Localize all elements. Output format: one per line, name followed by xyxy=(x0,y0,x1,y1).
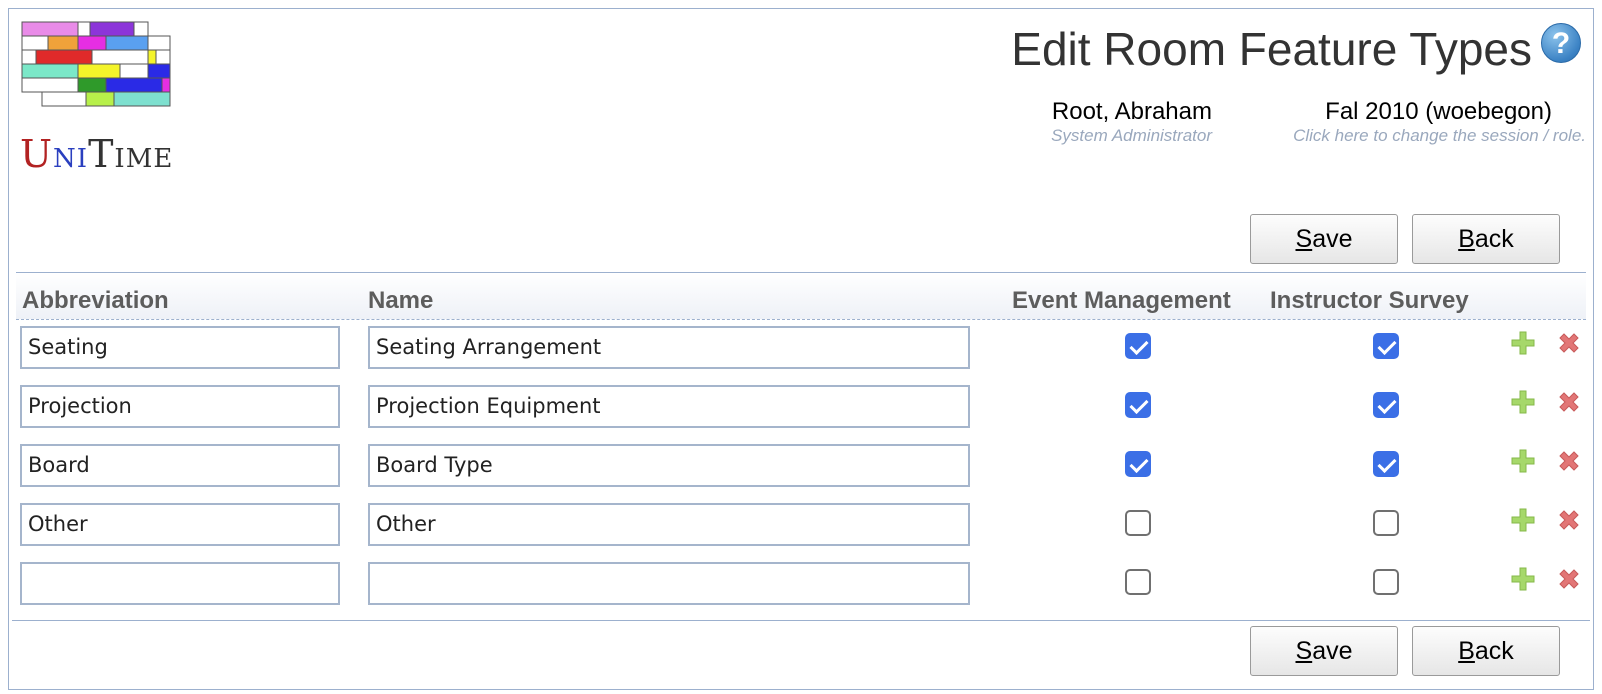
back-label: ack xyxy=(1474,225,1514,253)
name-input[interactable]: Board Type xyxy=(368,444,970,487)
add-row-icon[interactable] xyxy=(1510,566,1536,592)
session-hint: Click here to change the session / role. xyxy=(1293,126,1586,145)
event-management-checkbox[interactable] xyxy=(1125,510,1151,536)
abbreviation-input[interactable] xyxy=(20,562,340,605)
back-label: ack xyxy=(1474,637,1514,665)
abbreviation-input[interactable]: Board xyxy=(20,444,340,487)
table-header: Abbreviation Name Event Management Instr… xyxy=(16,272,1586,320)
instructor-survey-checkbox[interactable] xyxy=(1373,510,1399,536)
add-row-icon[interactable] xyxy=(1510,507,1536,533)
session-info[interactable]: Fal 2010 (woebegon) Click here to change… xyxy=(1293,98,1586,146)
abbreviation-input[interactable]: Projection xyxy=(20,385,340,428)
name-input[interactable]: Other xyxy=(368,503,970,546)
unitime-logo[interactable]: UNITIME xyxy=(20,20,180,180)
logo-letter-u: U xyxy=(20,132,54,176)
column-header-abbreviation: Abbreviation xyxy=(22,287,169,314)
instructor-survey-checkbox[interactable] xyxy=(1373,569,1399,595)
session-name: Fal 2010 (woebegon) xyxy=(1325,98,1552,125)
user-info[interactable]: Root, Abraham System Administrator xyxy=(1051,98,1212,146)
instructor-survey-checkbox[interactable] xyxy=(1373,392,1399,418)
abbreviation-input[interactable]: Other xyxy=(20,503,340,546)
instructor-survey-checkbox[interactable] xyxy=(1373,333,1399,359)
back-mnemonic: B xyxy=(1458,637,1475,665)
table-row: Board Board Type xyxy=(16,444,1586,488)
column-header-event-management: Event Management xyxy=(1012,287,1231,314)
back-button-top[interactable]: Back xyxy=(1412,214,1560,264)
logo-grid-icon xyxy=(21,21,171,107)
logo-wordmark: UNITIME xyxy=(20,132,180,176)
logo-letters-ni: NI xyxy=(53,144,89,174)
event-management-checkbox[interactable] xyxy=(1125,392,1151,418)
add-row-icon[interactable] xyxy=(1510,389,1536,415)
save-mnemonic: S xyxy=(1295,637,1313,665)
page-title: Edit Room Feature Types xyxy=(1011,23,1532,75)
help-icon[interactable]: ? xyxy=(1541,23,1581,63)
table-row: Projection Projection Equipment xyxy=(16,385,1586,429)
save-mnemonic: S xyxy=(1295,225,1313,253)
event-management-checkbox[interactable] xyxy=(1125,451,1151,477)
event-management-checkbox[interactable] xyxy=(1125,569,1151,595)
user-role: System Administrator xyxy=(1051,126,1212,145)
add-row-icon[interactable] xyxy=(1510,448,1536,474)
save-button-bottom[interactable]: Save xyxy=(1250,626,1398,676)
logo-letter-t: T xyxy=(88,132,115,176)
save-label: ave xyxy=(1312,637,1353,665)
column-header-instructor-survey: Instructor Survey xyxy=(1270,287,1469,314)
instructor-survey-checkbox[interactable] xyxy=(1373,451,1399,477)
back-mnemonic: B xyxy=(1458,225,1475,253)
save-button-top[interactable]: Save xyxy=(1250,214,1398,264)
delete-row-icon[interactable] xyxy=(1556,566,1582,592)
column-header-name: Name xyxy=(368,287,434,314)
delete-row-icon[interactable] xyxy=(1556,330,1582,356)
table-row: Other Other xyxy=(16,503,1586,547)
back-button-bottom[interactable]: Back xyxy=(1412,626,1560,676)
name-input[interactable] xyxy=(368,562,970,605)
abbreviation-input[interactable]: Seating xyxy=(20,326,340,369)
table-row xyxy=(16,562,1586,606)
logo-letters-ime: IME xyxy=(114,144,174,174)
delete-row-icon[interactable] xyxy=(1556,389,1582,415)
delete-row-icon[interactable] xyxy=(1556,507,1582,533)
name-input[interactable]: Seating Arrangement xyxy=(368,326,970,369)
delete-row-icon[interactable] xyxy=(1556,448,1582,474)
table-row: Seating Seating Arrangement xyxy=(16,326,1586,370)
event-management-checkbox[interactable] xyxy=(1125,333,1151,359)
footer-divider xyxy=(12,620,1590,621)
save-label: ave xyxy=(1312,225,1353,253)
name-input[interactable]: Projection Equipment xyxy=(368,385,970,428)
user-name: Root, Abraham xyxy=(1051,98,1212,125)
add-row-icon[interactable] xyxy=(1510,330,1536,356)
